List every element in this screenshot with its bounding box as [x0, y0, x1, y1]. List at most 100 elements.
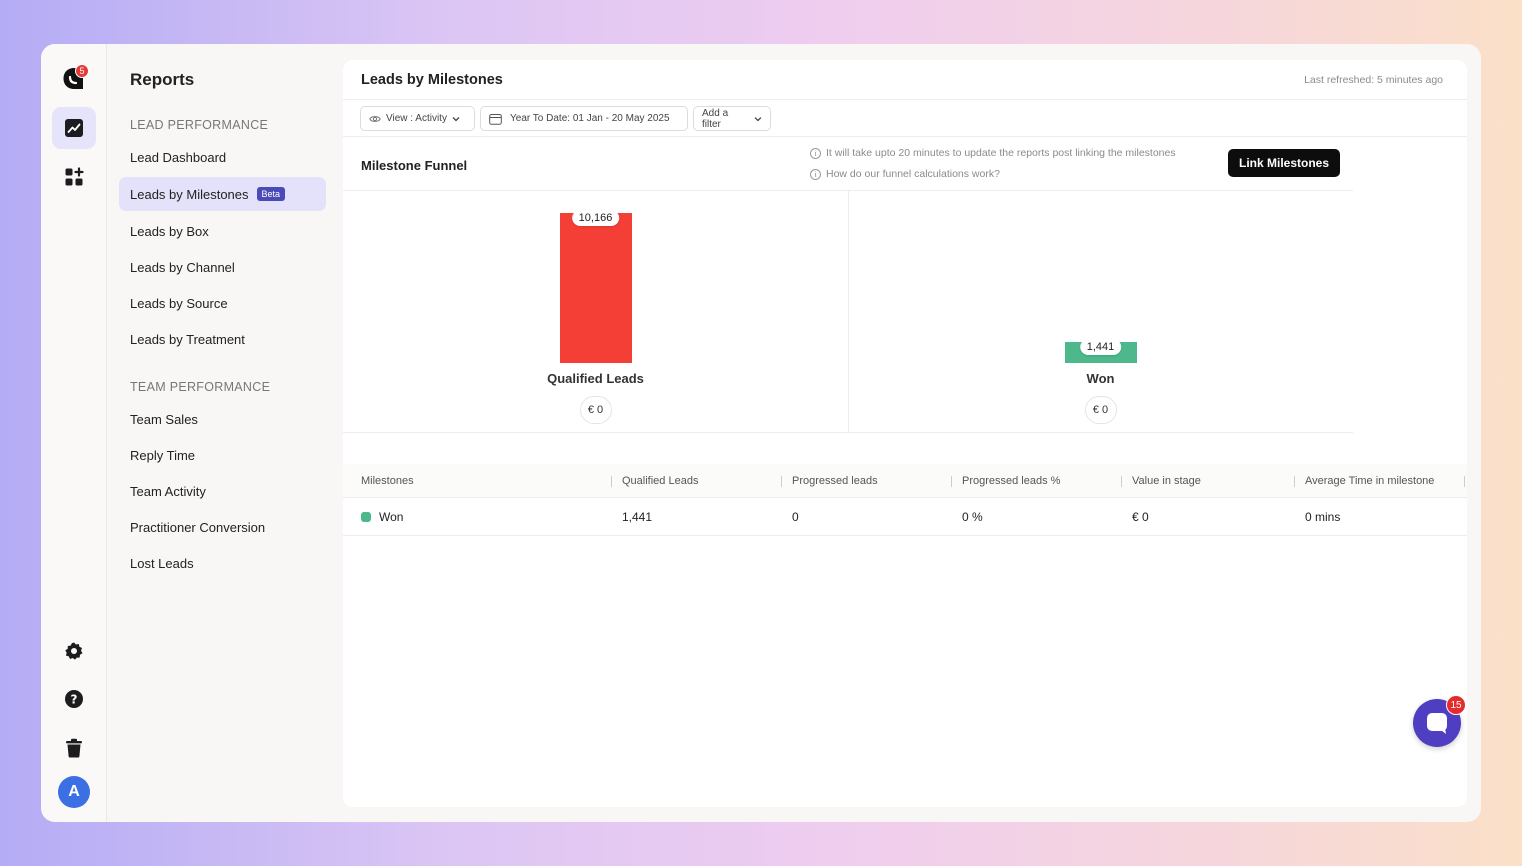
- sidebar-item-label: Leads by Milestones: [130, 186, 249, 202]
- table-header: Milestones Qualified Leads Progressed le…: [343, 464, 1467, 498]
- settings-nav-button[interactable]: [52, 630, 96, 672]
- sidebar-item-label: Reply Time: [130, 447, 196, 463]
- sidebar-item-leads-by-box[interactable]: Leads by Box: [119, 214, 326, 248]
- column-header-value-in-stage[interactable]: Value in stage: [1132, 475, 1201, 487]
- milestones-table: Milestones Qualified Leads Progressed le…: [343, 464, 1467, 536]
- funnel-stage-value: € 0: [579, 396, 612, 424]
- link-milestones-button[interactable]: Link Milestones: [1228, 149, 1340, 177]
- milestone-name: Won: [379, 510, 404, 524]
- column-header-progressed-leads[interactable]: Progressed leads: [792, 475, 878, 487]
- sidebar-item-label: Lead Dashboard: [130, 149, 227, 165]
- column-header-qualified-leads[interactable]: Qualified Leads: [622, 475, 698, 487]
- section-title-lead-performance: LEAD PERFORMANCE: [130, 118, 269, 132]
- funnel-calc-help-text: How do our funnel calculations work?: [826, 168, 1000, 180]
- funnel-header: Milestone Funnel i It will take upto 20 …: [343, 137, 1353, 191]
- table-row[interactable]: Won 1,441 0 0 % € 0 0 mins: [343, 498, 1467, 536]
- date-range-picker[interactable]: Year To Date: 01 Jan - 20 May 2025: [480, 106, 688, 131]
- icon-rail: 5 ? A: [41, 44, 107, 822]
- funnel-bar-value-label: 10,166: [571, 210, 620, 226]
- column-divider: [1294, 476, 1295, 487]
- sidebar-item-practitioner-conversion[interactable]: Practitioner Conversion: [119, 510, 326, 544]
- column-header-progressed-leads-pct[interactable]: Progressed leads %: [962, 475, 1060, 487]
- add-filter-button[interactable]: Add a filter: [693, 106, 771, 131]
- sidebar-item-label: Team Sales: [130, 411, 198, 427]
- sidebar-item-label: Leads by Channel: [130, 259, 235, 275]
- reports-nav-button[interactable]: [52, 107, 96, 149]
- column-divider: [781, 476, 782, 487]
- app-window: 5 ? A Reports LEAD PERFORMANCE Lead Dash…: [41, 44, 1481, 822]
- grid-plus-icon: [65, 167, 84, 186]
- trash-nav-button[interactable]: [52, 727, 96, 769]
- column-divider: [951, 476, 952, 487]
- funnel-divider: [848, 191, 849, 433]
- sidebar-item-leads-by-milestones[interactable]: Leads by Milestones Beta: [119, 177, 326, 211]
- sidebar-item-label: Team Activity: [130, 483, 206, 499]
- gear-icon: [65, 642, 83, 660]
- chat-bubble-icon: [1427, 713, 1447, 734]
- help-nav-button[interactable]: ?: [52, 678, 96, 720]
- view-dropdown[interactable]: View : Activity: [360, 106, 475, 131]
- eye-icon: [369, 115, 381, 122]
- milestone-color-dot: [361, 512, 371, 522]
- milestone-cell: Won: [361, 510, 403, 524]
- sidebar-item-label: Leads by Box: [130, 223, 209, 239]
- sidebar-item-label: Leads by Source: [130, 295, 228, 311]
- milestone-funnel-chart: 10,166 Qualified Leads € 0 1,441 Won € 0: [343, 191, 1353, 433]
- sidebar-item-team-sales[interactable]: Team Sales: [119, 402, 326, 436]
- sidebar-item-reply-time[interactable]: Reply Time: [119, 438, 326, 472]
- column-header-milestones[interactable]: Milestones: [361, 475, 414, 487]
- sidebar-item-leads-by-treatment[interactable]: Leads by Treatment: [119, 322, 326, 356]
- chevron-down-icon: [452, 116, 460, 121]
- date-range-label: Year To Date: 01 Jan - 20 May 2025: [510, 113, 670, 124]
- update-info: i It will take upto 20 minutes to update…: [810, 147, 1176, 159]
- funnel-calc-help-link[interactable]: i How do our funnel calculations work?: [810, 168, 1000, 180]
- sidebar-item-label: Practitioner Conversion: [130, 519, 266, 535]
- info-icon: i: [810, 168, 821, 180]
- funnel-stage-value: € 0: [1084, 396, 1117, 424]
- qualified-cell: 1,441: [622, 510, 653, 524]
- page-title: Leads by Milestones: [361, 72, 503, 88]
- column-header-average-time[interactable]: Average Time in milestone: [1305, 475, 1434, 487]
- beta-badge: Beta: [256, 187, 286, 201]
- help-icon: ?: [65, 690, 83, 708]
- funnel-title: Milestone Funnel: [361, 158, 468, 173]
- reports-sidebar: Reports LEAD PERFORMANCE Lead Dashboard …: [108, 44, 340, 822]
- column-divider: [1464, 476, 1465, 487]
- avg-time-cell: 0 mins: [1305, 510, 1341, 524]
- view-label: View : Activity: [386, 113, 447, 124]
- value-cell: € 0: [1132, 510, 1149, 524]
- trash-icon: [66, 738, 82, 758]
- column-divider: [611, 476, 612, 487]
- info-icon: i: [810, 147, 821, 159]
- funnel-bar-value-label: 1,441: [1079, 339, 1122, 355]
- sidebar-title: Reports: [130, 70, 195, 89]
- sidebar-item-label: Leads by Treatment: [130, 331, 245, 347]
- chart-trend-icon: [65, 119, 83, 137]
- chevron-down-icon: [754, 116, 762, 121]
- sidebar-item-lost-leads[interactable]: Lost Leads: [119, 546, 326, 580]
- report-panel: Leads by Milestones Last refreshed: 5 mi…: [343, 60, 1467, 807]
- user-avatar[interactable]: A: [58, 776, 90, 808]
- progressed-pct-cell: 0 %: [962, 510, 983, 524]
- funnel-stage-name: Qualified Leads: [547, 371, 644, 386]
- progressed-cell: 0: [792, 510, 799, 524]
- calendar-icon: [489, 113, 502, 125]
- notification-badge: 5: [75, 64, 89, 78]
- sidebar-item-leads-by-source[interactable]: Leads by Source: [119, 286, 326, 320]
- update-info-text: It will take upto 20 minutes to update t…: [826, 147, 1176, 159]
- panel-header: Leads by Milestones Last refreshed: 5 mi…: [343, 60, 1467, 100]
- app-logo-button[interactable]: [52, 58, 96, 100]
- sidebar-item-label: Lost Leads: [130, 555, 194, 571]
- apps-nav-button[interactable]: [52, 156, 96, 198]
- last-refreshed-text: Last refreshed: 5 minutes ago: [1304, 74, 1443, 86]
- section-title-team-performance: TEAM PERFORMANCE: [130, 380, 271, 394]
- sidebar-item-leads-by-channel[interactable]: Leads by Channel: [119, 250, 326, 284]
- filter-toolbar: View : Activity Year To Date: 01 Jan - 2…: [343, 100, 1467, 137]
- sidebar-item-lead-dashboard[interactable]: Lead Dashboard: [119, 140, 326, 174]
- add-filter-label: Add a filter: [702, 107, 729, 130]
- column-divider: [1121, 476, 1122, 487]
- funnel-stage-name: Won: [1086, 371, 1115, 386]
- sidebar-item-team-activity[interactable]: Team Activity: [119, 474, 326, 508]
- svg-text:?: ?: [71, 692, 78, 706]
- funnel-bar-qualified-leads[interactable]: [559, 213, 632, 363]
